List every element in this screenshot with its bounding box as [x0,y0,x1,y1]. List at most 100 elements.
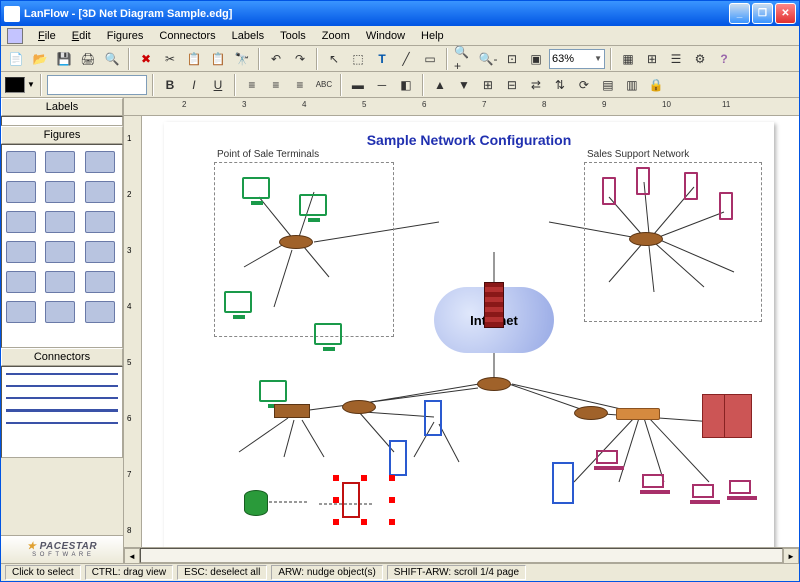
shape-router-flat[interactable] [45,211,75,233]
copy-button[interactable]: 📋 [183,48,205,70]
close-button[interactable]: ✕ [775,3,796,24]
menu-tools[interactable]: Tools [273,28,313,44]
workstation-tower[interactable] [389,440,407,476]
shape-server[interactable] [85,151,115,173]
connector-dashed[interactable] [6,385,118,387]
horizontal-scrollbar[interactable]: ◄ ► [124,547,799,563]
shape-mainframe[interactable] [6,211,36,233]
open-button[interactable]: 📂 [29,48,51,70]
send-back-button[interactable]: ▼ [453,74,475,96]
mdi-icon[interactable] [7,28,23,44]
core-router[interactable] [477,377,511,391]
shape-modem[interactable] [6,241,36,263]
shape-patch[interactable] [85,271,115,293]
pos-terminal[interactable] [299,194,327,216]
lock-button[interactable]: 🔒 [645,74,667,96]
shape-rack[interactable] [45,301,75,323]
print-preview-button[interactable]: 🔍 [101,48,123,70]
delete-button[interactable]: ✖ [135,48,157,70]
group-button[interactable]: ⊞ [477,74,499,96]
menu-figures[interactable]: Figures [100,28,151,44]
color-swatch[interactable] [5,77,25,93]
zoom-fit-button[interactable]: ⊡ [501,48,523,70]
scroll-left-button[interactable]: ◄ [124,548,140,563]
underline-button[interactable]: U [207,74,229,96]
layers-button[interactable]: ☰ [665,48,687,70]
server-rack[interactable] [724,394,752,438]
pointer-tool[interactable]: ↖ [323,48,345,70]
shape-firewall[interactable] [6,271,36,293]
rect-tool[interactable]: ▭ [419,48,441,70]
shadow-button[interactable]: ◧ [395,74,417,96]
menu-file[interactable]: File [31,28,63,44]
sales-laptop[interactable] [692,484,714,498]
flip-h-button[interactable]: ⇄ [525,74,547,96]
scroll-right-button[interactable]: ► [783,548,799,563]
switch[interactable] [616,408,660,420]
font-combo[interactable] [47,75,147,95]
distribute-button[interactable]: ▥ [621,74,643,96]
minimize-button[interactable]: _ [729,3,750,24]
text-tool[interactable]: T [371,48,393,70]
save-button[interactable]: 💾 [53,48,75,70]
menu-zoom[interactable]: Zoom [315,28,357,44]
labels-pane-header[interactable]: Labels [1,98,123,116]
menu-help[interactable]: Help [414,28,451,44]
cut-button[interactable]: ✂ [159,48,181,70]
line-tool[interactable]: ╱ [395,48,417,70]
redo-button[interactable]: ↷ [289,48,311,70]
sales-laptop[interactable] [642,474,664,488]
zoom-out-button[interactable]: 🔍- [477,48,499,70]
workstation-tower[interactable] [552,462,574,504]
labels-pane[interactable] [1,116,123,126]
menu-edit[interactable]: Edit [65,28,98,44]
rotate-button[interactable]: ⟳ [573,74,595,96]
pos-terminal[interactable] [224,291,252,313]
new-button[interactable]: 📄 [5,48,27,70]
select-tool[interactable]: ⬚ [347,48,369,70]
workstation-tower[interactable] [424,400,442,436]
router[interactable] [574,406,608,420]
zoom-combo[interactable]: 63%▼ [549,49,605,69]
pos-terminal[interactable] [314,323,342,345]
find-button[interactable]: 🔭 [231,48,253,70]
connector-solid[interactable] [6,373,118,375]
align-left-button[interactable]: ≡ [241,74,263,96]
figures-pane-header[interactable]: Figures [1,126,123,144]
firewall[interactable] [484,282,504,328]
shape-disk[interactable] [85,301,115,323]
bring-front-button[interactable]: ▲ [429,74,451,96]
diagram-title[interactable]: Sample Network Configuration [164,132,774,148]
sales-router[interactable] [629,232,663,246]
paste-button[interactable]: 📋 [207,48,229,70]
menu-window[interactable]: Window [359,28,412,44]
shape-tower[interactable] [6,181,36,203]
diagram-canvas[interactable]: Sample Network Configuration [142,116,799,547]
dropdown-arrow-icon[interactable]: ▼ [27,80,35,89]
grid-button[interactable]: ▦ [617,48,639,70]
shape-monitor[interactable] [6,151,36,173]
small-caps-button[interactable]: ABC [313,74,335,96]
zoom-page-button[interactable]: ▣ [525,48,547,70]
pos-router[interactable] [279,235,313,249]
line-style-button[interactable]: ─ [371,74,393,96]
snap-button[interactable]: ⊞ [641,48,663,70]
align-objects-button[interactable]: ▤ [597,74,619,96]
connector-arrow[interactable] [6,422,118,424]
sales-server[interactable] [636,167,650,195]
align-center-button[interactable]: ≡ [265,74,287,96]
shape-workstation[interactable] [85,181,115,203]
sales-laptop[interactable] [729,480,751,494]
connector-thick[interactable] [6,397,118,399]
italic-button[interactable]: I [183,74,205,96]
switch[interactable] [274,404,310,418]
ungroup-button[interactable]: ⊟ [501,74,523,96]
properties-button[interactable]: ⚙ [689,48,711,70]
shape-hub[interactable] [85,241,115,263]
pos-terminal[interactable] [242,177,270,199]
database[interactable] [244,490,268,516]
menu-labels[interactable]: Labels [225,28,271,44]
sales-server[interactable] [719,192,733,220]
shape-stack[interactable] [45,271,75,293]
undo-button[interactable]: ↶ [265,48,287,70]
